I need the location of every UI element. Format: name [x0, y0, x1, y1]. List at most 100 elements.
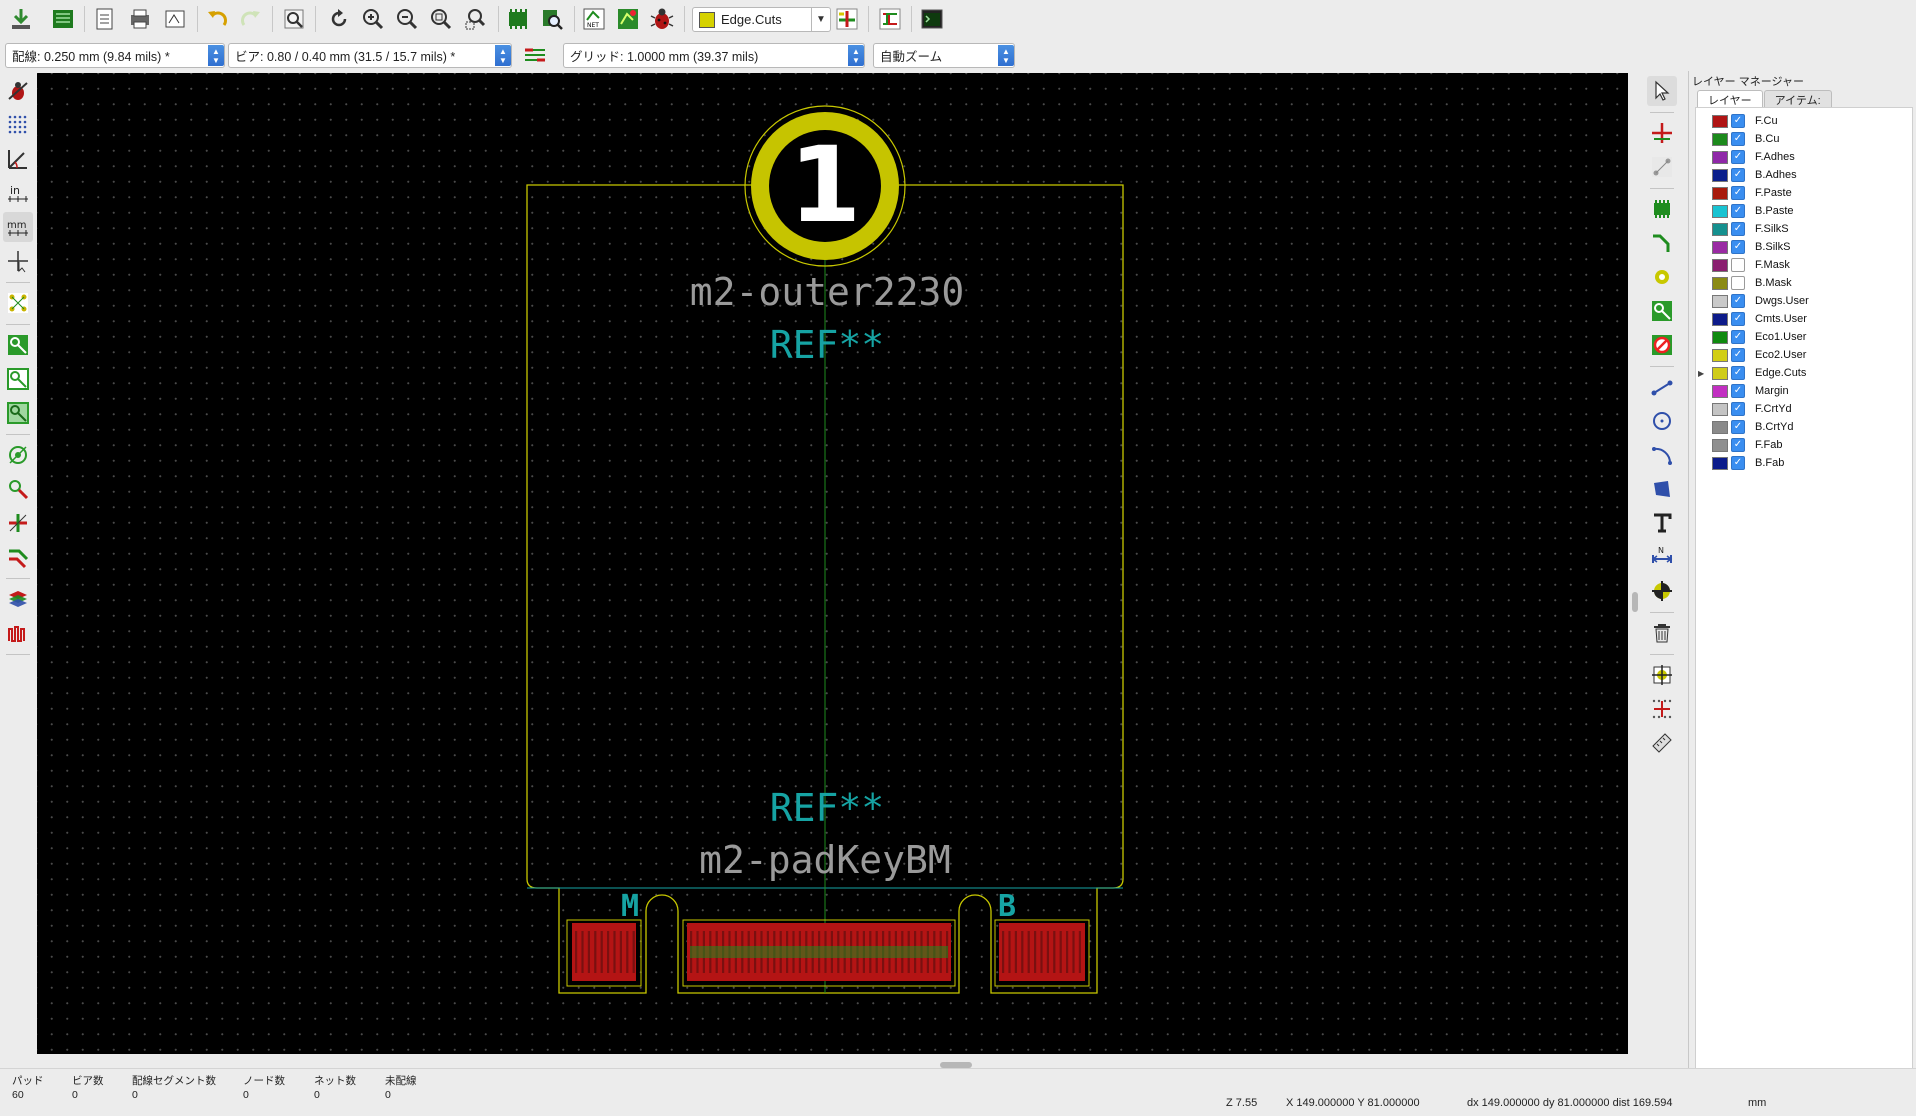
zoom-fit-icon[interactable]: [426, 4, 456, 34]
drc-icon[interactable]: [647, 4, 677, 34]
grid-select[interactable]: グリッド: 1.0000 mm (39.37 mils) ▲ ▼: [563, 43, 865, 68]
update-pcb-icon[interactable]: [613, 4, 643, 34]
add-target-icon[interactable]: [1647, 576, 1677, 606]
high-contrast-icon[interactable]: [3, 542, 33, 572]
new-page-icon[interactable]: [90, 4, 120, 34]
layer-visibility-checkbox[interactable]: ✓: [1731, 114, 1745, 128]
layer-row[interactable]: B.Mask: [1696, 274, 1906, 292]
tab-items[interactable]: アイテム:: [1763, 90, 1832, 107]
layer-visibility-checkbox[interactable]: ✓: [1731, 456, 1745, 470]
layer-visibility-checkbox[interactable]: ✓: [1731, 168, 1745, 182]
mm-units-icon[interactable]: mm: [3, 212, 33, 242]
plot-icon[interactable]: [160, 4, 190, 34]
grid-origin-icon[interactable]: [1647, 694, 1677, 724]
layer-visibility-checkbox[interactable]: ✓: [1731, 312, 1745, 326]
layer-color-swatch[interactable]: [1712, 168, 1728, 182]
layer-row[interactable]: ✓ Eco2.User: [1696, 346, 1906, 364]
layer-row[interactable]: ✓ Eco1.User: [1696, 328, 1906, 346]
layer-visibility-checkbox[interactable]: ✓: [1731, 366, 1745, 380]
set-origin-icon[interactable]: [1647, 660, 1677, 690]
autoroute-icon[interactable]: [875, 4, 905, 34]
add-arc-icon[interactable]: [1647, 440, 1677, 470]
layer-color-swatch[interactable]: [1712, 384, 1728, 398]
add-keepout-icon[interactable]: [1647, 330, 1677, 360]
pcb-canvas[interactable]: 1 m2-outer2230 REF** REF** m2-padKeyBM M…: [37, 73, 1628, 1054]
layer-color-swatch[interactable]: [1712, 312, 1728, 326]
layer-color-swatch[interactable]: [1712, 420, 1728, 434]
zoom-select[interactable]: 自動ズーム ▲ ▼: [873, 43, 1015, 68]
layer-visibility-checkbox[interactable]: [1731, 258, 1745, 272]
tab-layers[interactable]: レイヤー: [1697, 90, 1763, 107]
chevron-updown-icon[interactable]: ▲ ▼: [998, 45, 1014, 66]
add-text-icon[interactable]: [1647, 508, 1677, 538]
zoom-out-icon[interactable]: [392, 4, 422, 34]
drc-off-icon[interactable]: [3, 76, 33, 106]
track-width-select[interactable]: 配線: 0.250 mm (9.84 mils) * ▲ ▼: [5, 43, 225, 68]
zoom-selection-icon[interactable]: [461, 4, 491, 34]
layer-row[interactable]: ✓ B.CrtYd: [1696, 418, 1906, 436]
delete-icon[interactable]: [1647, 618, 1677, 648]
layer-row[interactable]: ✓ F.CrtYd: [1696, 400, 1906, 418]
layer-color-swatch[interactable]: [1712, 132, 1728, 146]
microwave-tools-icon[interactable]: [3, 618, 33, 648]
chevron-updown-icon[interactable]: ▲ ▼: [495, 45, 511, 66]
zoom-in-icon[interactable]: [358, 4, 388, 34]
footprint-editor-icon[interactable]: [503, 4, 533, 34]
layer-color-swatch[interactable]: [1712, 222, 1728, 236]
layer-color-swatch[interactable]: [1712, 330, 1728, 344]
grid-toggle-icon[interactable]: [3, 110, 33, 140]
layer-pair-icon[interactable]: [832, 4, 862, 34]
add-dimension-icon[interactable]: N: [1647, 542, 1677, 572]
layer-visibility-checkbox[interactable]: ✓: [1731, 438, 1745, 452]
layer-row[interactable]: ✓ F.Adhes: [1696, 148, 1906, 166]
layer-visibility-checkbox[interactable]: [1731, 276, 1745, 290]
layer-row[interactable]: ✓ B.SilkS: [1696, 238, 1906, 256]
add-via-icon[interactable]: [1647, 262, 1677, 292]
chevron-down-icon[interactable]: ▼: [811, 8, 830, 31]
zone-hatch-icon[interactable]: [3, 398, 33, 428]
layer-row[interactable]: ✓ F.Cu: [1696, 112, 1906, 130]
layer-visibility-checkbox[interactable]: ✓: [1731, 294, 1745, 308]
tracks-sketch-icon[interactable]: [3, 508, 33, 538]
layer-color-swatch[interactable]: [1712, 456, 1728, 470]
layer-visibility-checkbox[interactable]: ✓: [1731, 330, 1745, 344]
layer-row[interactable]: ✓ Cmts.User: [1696, 310, 1906, 328]
add-zone-icon[interactable]: [1647, 296, 1677, 326]
vertical-scroll-handle[interactable]: [1632, 592, 1638, 612]
scripting-console-icon[interactable]: [917, 4, 947, 34]
ratsnest-icon[interactable]: [3, 288, 33, 318]
add-circle-icon[interactable]: [1647, 406, 1677, 436]
refresh-icon[interactable]: [324, 4, 354, 34]
highlight-net-icon[interactable]: [1647, 118, 1677, 148]
undo-icon[interactable]: [202, 4, 232, 34]
layer-row[interactable]: ✓ B.Fab: [1696, 454, 1906, 472]
layer-row[interactable]: ✓ Margin: [1696, 382, 1906, 400]
layer-row[interactable]: ✓ F.SilkS: [1696, 220, 1906, 238]
layer-row[interactable]: ✓ B.Adhes: [1696, 166, 1906, 184]
local-ratsnest-icon[interactable]: [1647, 152, 1677, 182]
layer-color-swatch[interactable]: [1712, 150, 1728, 164]
chevron-updown-icon[interactable]: ▲ ▼: [208, 45, 224, 66]
layer-color-swatch[interactable]: [1712, 348, 1728, 362]
measure-tool-icon[interactable]: [1647, 728, 1677, 758]
print-icon[interactable]: [125, 4, 155, 34]
polar-coords-icon[interactable]: [3, 144, 33, 174]
layer-color-swatch[interactable]: [1712, 204, 1728, 218]
layer-visibility-checkbox[interactable]: ✓: [1731, 384, 1745, 398]
layer-color-swatch[interactable]: [1712, 366, 1728, 380]
layer-row[interactable]: ▶ ✓ Edge.Cuts: [1696, 364, 1906, 382]
add-line-icon[interactable]: [1647, 372, 1677, 402]
layer-color-swatch[interactable]: [1712, 402, 1728, 416]
active-layer-select[interactable]: Edge.Cuts ▼: [692, 7, 831, 32]
footprint-viewer-icon[interactable]: [537, 4, 567, 34]
layer-row[interactable]: ✓ B.Cu: [1696, 130, 1906, 148]
zone-outline-icon[interactable]: [3, 364, 33, 394]
layer-visibility-checkbox[interactable]: ✓: [1731, 132, 1745, 146]
zone-fill-icon[interactable]: [3, 330, 33, 360]
layer-visibility-checkbox[interactable]: ✓: [1731, 186, 1745, 200]
layer-row[interactable]: F.Mask: [1696, 256, 1906, 274]
netlist-icon[interactable]: NET: [579, 4, 609, 34]
pads-sketch-icon[interactable]: [3, 440, 33, 470]
select-arrow-icon[interactable]: [1647, 76, 1677, 106]
layer-visibility-checkbox[interactable]: ✓: [1731, 420, 1745, 434]
